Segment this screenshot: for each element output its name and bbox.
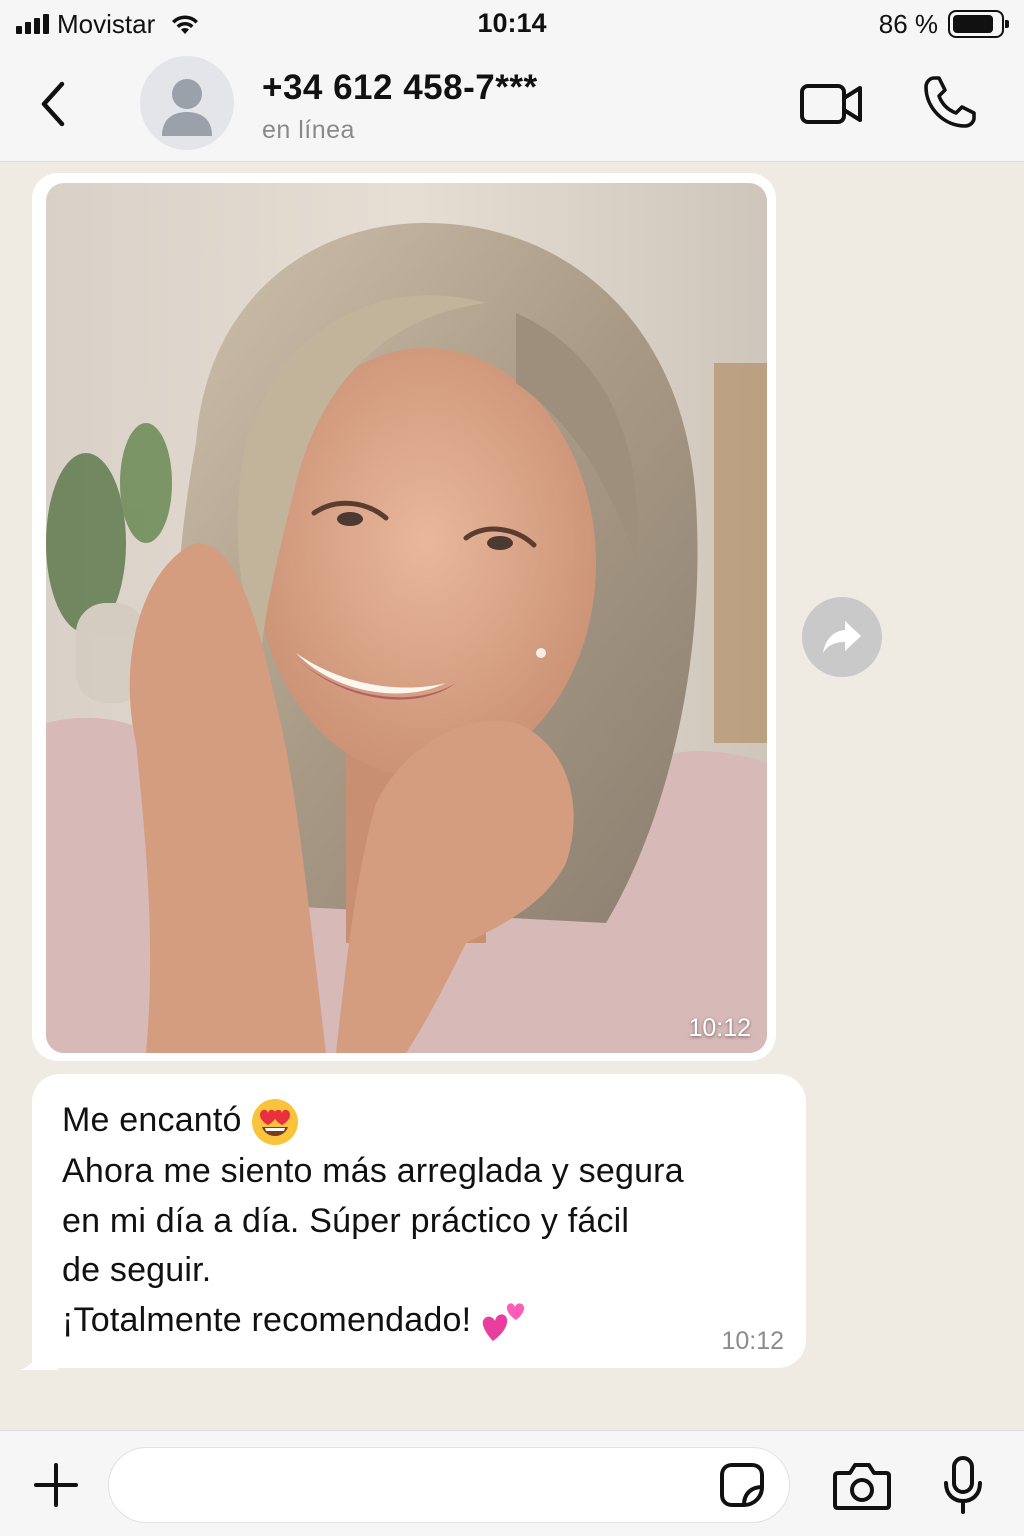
message-line-text: ¡Totalmente recomendado! [62,1300,472,1339]
avatar[interactable] [140,56,234,150]
text-timestamp: 10:12 [721,1327,784,1355]
chat-header: +34 612 458-7*** en línea [0,50,1024,162]
message-line: ¡Totalmente recomendado! [62,1296,776,1346]
back-icon[interactable] [34,78,74,130]
status-clock: 10:14 [477,8,547,38]
message-line: Me encantó [62,1096,776,1147]
image-message-bubble[interactable]: 10:12 [32,173,776,1061]
message-photo[interactable]: 10:12 [46,183,767,1053]
forward-icon [823,621,861,653]
message-line: de seguir. [62,1251,212,1290]
status-right: 86 % [878,8,1009,40]
avatar-placeholder-icon [162,79,212,136]
battery-fill [953,15,993,33]
message-line-text: Me encantó [62,1101,242,1139]
photo-woman-smiling [46,183,767,1053]
battery-percent: 86 % [878,8,938,39]
message-input[interactable] [108,1447,790,1523]
contact-name[interactable]: +34 612 458-7*** [262,68,538,108]
image-timestamp: 10:12 [688,1014,751,1042]
heart-eyes-emoji [251,1099,298,1146]
status-bar: Movistar 10:14 86 % [0,0,1024,50]
text-message-bubble[interactable]: Me encantó Ahora me siento más arreglada… [32,1074,806,1368]
phone-icon[interactable] [920,72,980,132]
two-hearts-emoji [482,1302,525,1341]
microphone-icon[interactable] [942,1455,984,1515]
contact-status: en línea [262,116,355,144]
video-call-icon[interactable] [798,80,866,128]
message-line: en mi día a día. Súper práctico y fácil [62,1201,630,1240]
message-line: Ahora me siento más arreglada y segura [62,1152,684,1191]
plus-icon[interactable] [34,1463,78,1507]
input-bar [0,1430,1024,1536]
forward-button[interactable] [802,597,882,677]
sticker-icon[interactable] [718,1461,766,1509]
camera-icon[interactable] [832,1461,892,1511]
battery-icon [948,10,1009,38]
